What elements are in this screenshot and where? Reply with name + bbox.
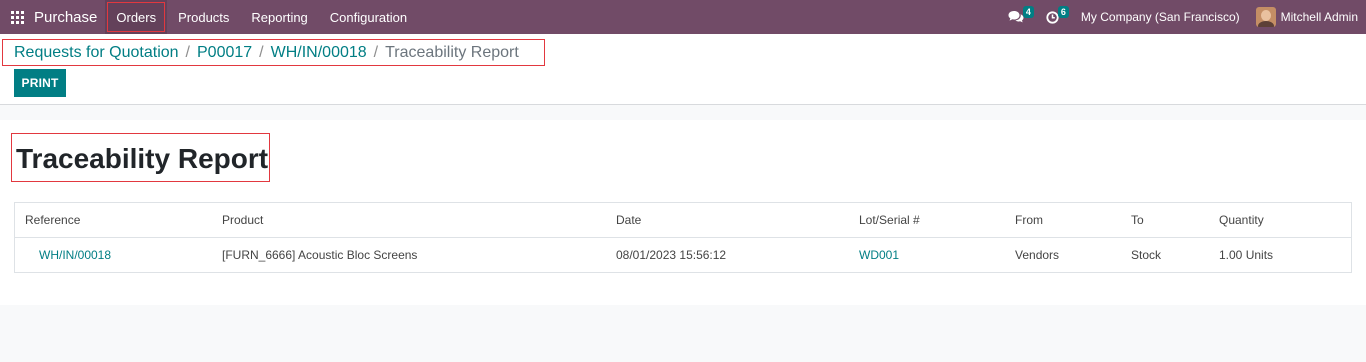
breadcrumb-separator: / — [185, 43, 190, 61]
column-header-to: To — [1131, 213, 1144, 227]
menu-reporting[interactable]: Reporting — [240, 0, 318, 34]
user-menu[interactable]: Mitchell Admin — [1250, 7, 1366, 27]
menu-orders[interactable]: Orders — [105, 0, 168, 34]
from-location-cell: Vendors — [1015, 248, 1060, 262]
messages-count-badge: 4 — [1022, 6, 1034, 18]
top-navbar: Purchase Orders Products Reporting Confi… — [0, 0, 1366, 34]
report-title: Traceability Report — [16, 143, 269, 174]
column-header-quantity: Quantity — [1219, 213, 1264, 227]
date-cell: 08/01/2023 15:56:12 — [616, 248, 727, 262]
activities-count-badge: 6 — [1057, 6, 1069, 18]
breadcrumb-purchase-order[interactable]: P00017 — [197, 44, 252, 62]
control-panel: Requests for Quotation / P00017 / WH/IN/… — [0, 34, 1366, 105]
column-header-lot-serial: Lot/Serial # — [859, 213, 920, 227]
activities-button[interactable]: 6 — [1038, 0, 1069, 34]
breadcrumb-separator: / — [259, 43, 264, 61]
breadcrumb-receipt[interactable]: WH/IN/00018 — [271, 44, 367, 62]
print-button[interactable]: PRINT — [14, 69, 66, 97]
product-cell: [FURN_6666] Acoustic Bloc Screens — [222, 248, 418, 262]
to-location-cell: Stock — [1131, 248, 1162, 262]
clock-icon — [1046, 10, 1059, 24]
company-switcher[interactable]: My Company (San Francisco) — [1067, 10, 1250, 24]
app-name[interactable]: Purchase — [34, 9, 97, 26]
messages-button[interactable]: 4 — [1000, 0, 1034, 34]
report-container: Traceability Report Reference Product Da… — [0, 120, 1366, 305]
menu-configuration[interactable]: Configuration — [319, 0, 418, 34]
breadcrumb-rfq[interactable]: Requests for Quotation — [14, 44, 179, 62]
user-name: Mitchell Admin — [1280, 10, 1358, 24]
column-header-product: Product — [222, 213, 264, 227]
quantity-cell: 1.00 Units — [1219, 248, 1274, 262]
breadcrumb-separator: / — [373, 43, 379, 61]
report-title-box: Traceability Report — [11, 133, 270, 182]
lot-serial-link[interactable]: WD001 — [859, 248, 1015, 262]
column-header-from: From — [1015, 213, 1043, 227]
column-header-reference: Reference — [25, 213, 81, 227]
breadcrumb: Requests for Quotation / P00017 / WH/IN/… — [2, 39, 545, 66]
table-header: Reference Product Date Lot/Serial # From… — [15, 203, 1351, 238]
traceability-table: Reference Product Date Lot/Serial # From… — [14, 202, 1352, 273]
column-header-date: Date — [616, 213, 642, 227]
table-row: WH/IN/00018 [FURN_6666] Acoustic Bloc Sc… — [15, 238, 1351, 273]
avatar — [1255, 7, 1276, 27]
apps-menu-icon[interactable] — [0, 0, 34, 34]
chat-icon — [1008, 11, 1024, 23]
breadcrumb-current: Traceability Report — [385, 43, 519, 61]
reference-link[interactable]: WH/IN/00018 — [15, 248, 222, 262]
menu-products[interactable]: Products — [167, 0, 240, 34]
